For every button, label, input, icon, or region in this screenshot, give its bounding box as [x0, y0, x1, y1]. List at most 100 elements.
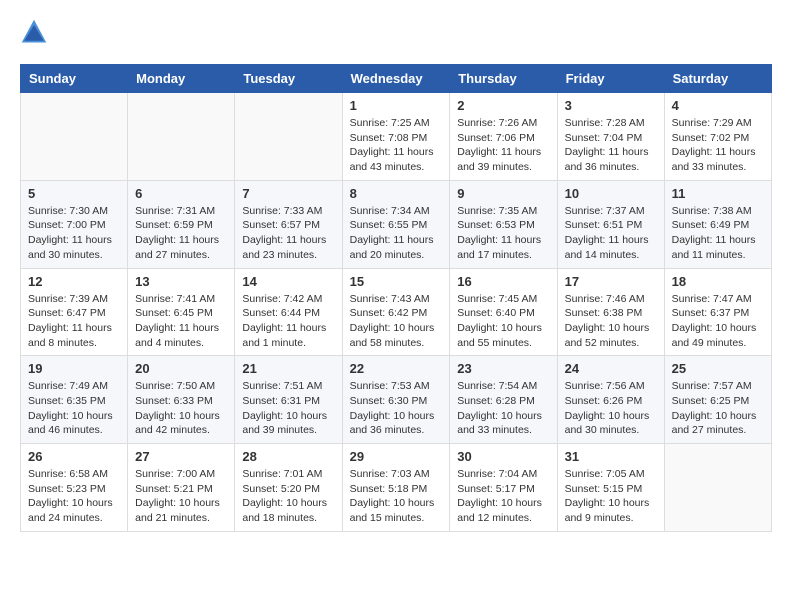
day-info: Sunrise: 7:49 AM Sunset: 6:35 PM Dayligh… [28, 379, 120, 438]
calendar-cell: 4Sunrise: 7:29 AM Sunset: 7:02 PM Daylig… [664, 93, 771, 181]
day-number: 4 [672, 98, 764, 113]
day-info: Sunrise: 7:47 AM Sunset: 6:37 PM Dayligh… [672, 292, 764, 351]
day-info: Sunrise: 7:50 AM Sunset: 6:33 PM Dayligh… [135, 379, 227, 438]
day-info: Sunrise: 7:00 AM Sunset: 5:21 PM Dayligh… [135, 467, 227, 526]
calendar-cell: 1Sunrise: 7:25 AM Sunset: 7:08 PM Daylig… [342, 93, 450, 181]
day-number: 2 [457, 98, 549, 113]
calendar-cell: 23 Sunrise: 7:54 AM Sunset: 6:28 PM Dayli… [450, 356, 557, 444]
day-number: 27 [135, 449, 227, 464]
calendar-cell: 25 Sunrise: 7:57 AM Sunset: 6:25 PM Dayli… [664, 356, 771, 444]
day-info: Sunrise: 7:04 AM Sunset: 5:17 PM Dayligh… [457, 467, 549, 526]
weekday-monday: Monday [128, 65, 235, 93]
calendar-week-row: 26 Sunrise: 6:58 AM Sunset: 5:23 PM Dayli… [21, 444, 772, 532]
calendar-cell: 6Sunrise: 7:31 AM Sunset: 6:59 PM Daylig… [128, 180, 235, 268]
calendar-cell: 17 Sunrise: 7:46 AM Sunset: 6:38 PM Dayli… [557, 268, 664, 356]
calendar-cell: 15 Sunrise: 7:43 AM Sunset: 6:42 PM Dayli… [342, 268, 450, 356]
day-number: 25 [672, 361, 764, 376]
calendar-cell: 29Sunrise: 7:03 AM Sunset: 5:18 PM Dayli… [342, 444, 450, 532]
page-header [20, 20, 772, 48]
day-info: Sunrise: 7:31 AM Sunset: 6:59 PM Dayligh… [135, 204, 227, 263]
calendar-cell: 27 Sunrise: 7:00 AM Sunset: 5:21 PM Dayli… [128, 444, 235, 532]
day-info: Sunrise: 7:51 AM Sunset: 6:31 PM Dayligh… [242, 379, 334, 438]
weekday-header-row: SundayMondayTuesdayWednesdayThursdayFrid… [21, 65, 772, 93]
day-info: Sunrise: 7:35 AM Sunset: 6:53 PM Dayligh… [457, 204, 549, 263]
day-number: 23 [457, 361, 549, 376]
calendar-cell: 8Sunrise: 7:34 AM Sunset: 6:55 PM Daylig… [342, 180, 450, 268]
weekday-wednesday: Wednesday [342, 65, 450, 93]
day-info: Sunrise: 7:26 AM Sunset: 7:06 PM Dayligh… [457, 116, 549, 175]
day-number: 8 [350, 186, 443, 201]
calendar-cell: 24 Sunrise: 7:56 AM Sunset: 6:26 PM Dayli… [557, 356, 664, 444]
day-number: 17 [565, 274, 657, 289]
day-number: 30 [457, 449, 549, 464]
day-info: Sunrise: 7:25 AM Sunset: 7:08 PM Dayligh… [350, 116, 443, 175]
day-info: Sunrise: 7:01 AM Sunset: 5:20 PM Dayligh… [242, 467, 334, 526]
calendar-cell [235, 93, 342, 181]
day-number: 9 [457, 186, 549, 201]
calendar-cell: 12Sunrise: 7:39 AM Sunset: 6:47 PM Dayli… [21, 268, 128, 356]
day-number: 18 [672, 274, 764, 289]
calendar-week-row: 5 Sunrise: 7:30 AM Sunset: 7:00 PM Daylig… [21, 180, 772, 268]
calendar-cell: 7 Sunrise: 7:33 AM Sunset: 6:57 PM Daylig… [235, 180, 342, 268]
weekday-sunday: Sunday [21, 65, 128, 93]
day-info: Sunrise: 7:53 AM Sunset: 6:30 PM Dayligh… [350, 379, 443, 438]
calendar-cell: 16 Sunrise: 7:45 AM Sunset: 6:40 PM Dayli… [450, 268, 557, 356]
calendar-cell: 20Sunrise: 7:50 AM Sunset: 6:33 PM Dayli… [128, 356, 235, 444]
calendar-cell: 3Sunrise: 7:28 AM Sunset: 7:04 PM Daylig… [557, 93, 664, 181]
day-number: 24 [565, 361, 657, 376]
calendar-cell [128, 93, 235, 181]
day-info: Sunrise: 7:05 AM Sunset: 5:15 PM Dayligh… [565, 467, 657, 526]
calendar-cell: 31 Sunrise: 7:05 AM Sunset: 5:15 PM Dayli… [557, 444, 664, 532]
calendar-cell [664, 444, 771, 532]
day-info: Sunrise: 7:46 AM Sunset: 6:38 PM Dayligh… [565, 292, 657, 351]
day-number: 5 [28, 186, 120, 201]
calendar-cell: 11 Sunrise: 7:38 AM Sunset: 6:49 PM Dayli… [664, 180, 771, 268]
calendar-cell [21, 93, 128, 181]
weekday-thursday: Thursday [450, 65, 557, 93]
day-info: Sunrise: 6:58 AM Sunset: 5:23 PM Dayligh… [28, 467, 120, 526]
calendar-week-row: 12Sunrise: 7:39 AM Sunset: 6:47 PM Dayli… [21, 268, 772, 356]
calendar-cell: 9 Sunrise: 7:35 AM Sunset: 6:53 PM Daylig… [450, 180, 557, 268]
calendar-table: SundayMondayTuesdayWednesdayThursdayFrid… [20, 64, 772, 532]
calendar-cell: 10Sunrise: 7:37 AM Sunset: 6:51 PM Dayli… [557, 180, 664, 268]
calendar-cell: 26 Sunrise: 6:58 AM Sunset: 5:23 PM Dayli… [21, 444, 128, 532]
calendar-cell: 21 Sunrise: 7:51 AM Sunset: 6:31 PM Dayli… [235, 356, 342, 444]
weekday-saturday: Saturday [664, 65, 771, 93]
day-number: 15 [350, 274, 443, 289]
day-number: 31 [565, 449, 657, 464]
calendar-cell: 5 Sunrise: 7:30 AM Sunset: 7:00 PM Daylig… [21, 180, 128, 268]
calendar-cell: 2 Sunrise: 7:26 AM Sunset: 7:06 PM Daylig… [450, 93, 557, 181]
calendar-cell: 13 Sunrise: 7:41 AM Sunset: 6:45 PM Dayli… [128, 268, 235, 356]
weekday-friday: Friday [557, 65, 664, 93]
day-number: 28 [242, 449, 334, 464]
day-number: 29 [350, 449, 443, 464]
calendar-cell: 18 Sunrise: 7:47 AM Sunset: 6:37 PM Dayli… [664, 268, 771, 356]
day-info: Sunrise: 7:30 AM Sunset: 7:00 PM Dayligh… [28, 204, 120, 263]
day-number: 7 [242, 186, 334, 201]
day-number: 19 [28, 361, 120, 376]
day-info: Sunrise: 7:42 AM Sunset: 6:44 PM Dayligh… [242, 292, 334, 351]
calendar-cell: 19 Sunrise: 7:49 AM Sunset: 6:35 PM Dayli… [21, 356, 128, 444]
day-info: Sunrise: 7:41 AM Sunset: 6:45 PM Dayligh… [135, 292, 227, 351]
calendar-cell: 30 Sunrise: 7:04 AM Sunset: 5:17 PM Dayli… [450, 444, 557, 532]
day-info: Sunrise: 7:33 AM Sunset: 6:57 PM Dayligh… [242, 204, 334, 263]
calendar-week-row: 19 Sunrise: 7:49 AM Sunset: 6:35 PM Dayli… [21, 356, 772, 444]
logo-icon [20, 18, 48, 46]
day-number: 16 [457, 274, 549, 289]
day-info: Sunrise: 7:28 AM Sunset: 7:04 PM Dayligh… [565, 116, 657, 175]
day-info: Sunrise: 7:38 AM Sunset: 6:49 PM Dayligh… [672, 204, 764, 263]
day-number: 22 [350, 361, 443, 376]
day-number: 11 [672, 186, 764, 201]
day-info: Sunrise: 7:45 AM Sunset: 6:40 PM Dayligh… [457, 292, 549, 351]
day-number: 14 [242, 274, 334, 289]
day-number: 13 [135, 274, 227, 289]
weekday-tuesday: Tuesday [235, 65, 342, 93]
day-number: 21 [242, 361, 334, 376]
day-info: Sunrise: 7:56 AM Sunset: 6:26 PM Dayligh… [565, 379, 657, 438]
day-info: Sunrise: 7:43 AM Sunset: 6:42 PM Dayligh… [350, 292, 443, 351]
day-info: Sunrise: 7:57 AM Sunset: 6:25 PM Dayligh… [672, 379, 764, 438]
logo [20, 20, 50, 48]
day-info: Sunrise: 7:54 AM Sunset: 6:28 PM Dayligh… [457, 379, 549, 438]
day-number: 26 [28, 449, 120, 464]
day-number: 10 [565, 186, 657, 201]
